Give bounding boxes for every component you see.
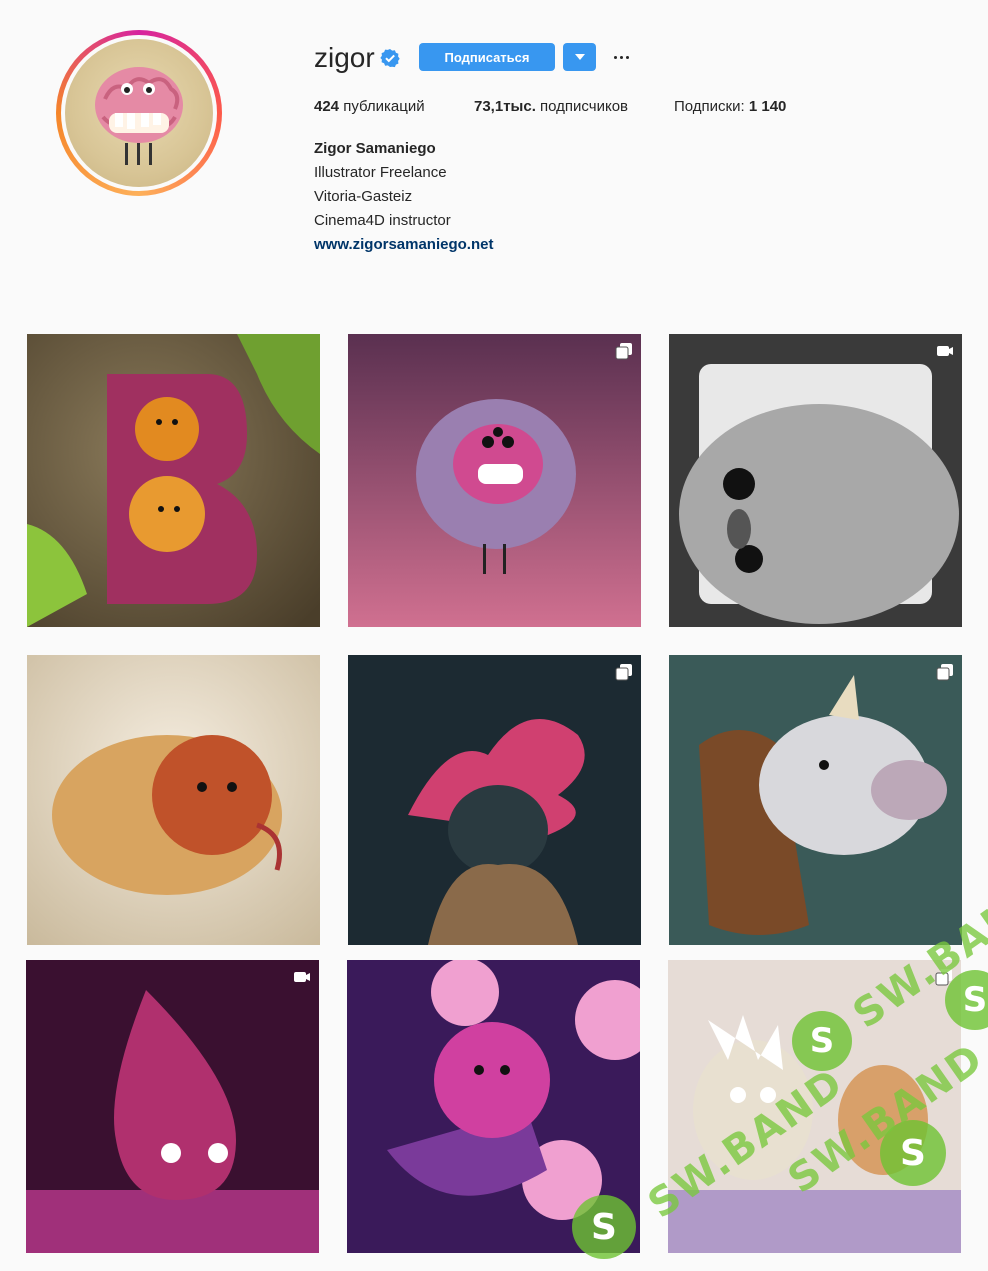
more-options-icon[interactable] — [609, 43, 633, 71]
post-image — [26, 960, 319, 1253]
posts-count: 424 публикаций — [314, 97, 425, 117]
profile-bio: Zigor Samaniego Illustrator Freelance Vi… — [314, 137, 493, 257]
post-tile[interactable] — [347, 960, 640, 1253]
post-image — [668, 960, 961, 1253]
carousel-icon — [936, 664, 953, 681]
post-image — [669, 334, 962, 627]
carousel-icon — [935, 969, 952, 986]
profile-avatar-ring[interactable] — [56, 30, 222, 196]
video-icon — [937, 346, 953, 356]
video-icon — [294, 972, 310, 982]
post-tile[interactable] — [27, 655, 320, 945]
post-image — [347, 960, 640, 1253]
following-count-label: Подписки: — [674, 98, 745, 115]
followers-count-label: подписчиков — [540, 98, 629, 115]
post-tile[interactable] — [668, 960, 961, 1253]
following-count[interactable]: Подписки: 1 140 — [674, 97, 786, 117]
followers-count[interactable]: 73,1тыс. подписчиков — [474, 97, 628, 117]
carousel-icon — [615, 343, 632, 360]
post-image — [27, 655, 320, 945]
suggestions-dropdown-button[interactable] — [563, 43, 596, 71]
post-tile[interactable] — [348, 334, 641, 627]
avatar-art — [95, 67, 183, 165]
posts-count-label: публикаций — [343, 98, 425, 115]
avatar-gap — [61, 35, 217, 191]
carousel-icon — [615, 664, 632, 681]
post-tile[interactable] — [669, 655, 962, 945]
bio-line: Cinema4D instructor — [314, 212, 451, 229]
verified-badge-icon — [380, 49, 400, 68]
avatar[interactable] — [65, 39, 213, 187]
post-tile[interactable] — [348, 655, 641, 945]
username: zigor — [314, 42, 375, 73]
post-image — [27, 334, 320, 627]
follow-button[interactable]: Подписаться — [419, 43, 555, 71]
website-link[interactable]: www.zigorsamaniego.net — [314, 233, 493, 257]
post-tile[interactable] — [27, 334, 320, 627]
post-tile[interactable] — [26, 960, 319, 1253]
post-image — [348, 655, 641, 945]
chevron-down-icon — [574, 54, 585, 60]
bio-line: Illustrator Freelance — [314, 164, 447, 181]
followers-count-value: 73,1тыс. — [474, 98, 536, 115]
full-name: Zigor Samaniego — [314, 140, 436, 157]
post-image — [348, 334, 641, 627]
following-count-value: 1 140 — [748, 98, 787, 115]
post-image — [669, 655, 962, 945]
bio-line: Vitoria-Gasteiz — [314, 188, 413, 205]
post-tile[interactable] — [669, 334, 962, 627]
posts-count-value: 424 — [314, 98, 340, 115]
